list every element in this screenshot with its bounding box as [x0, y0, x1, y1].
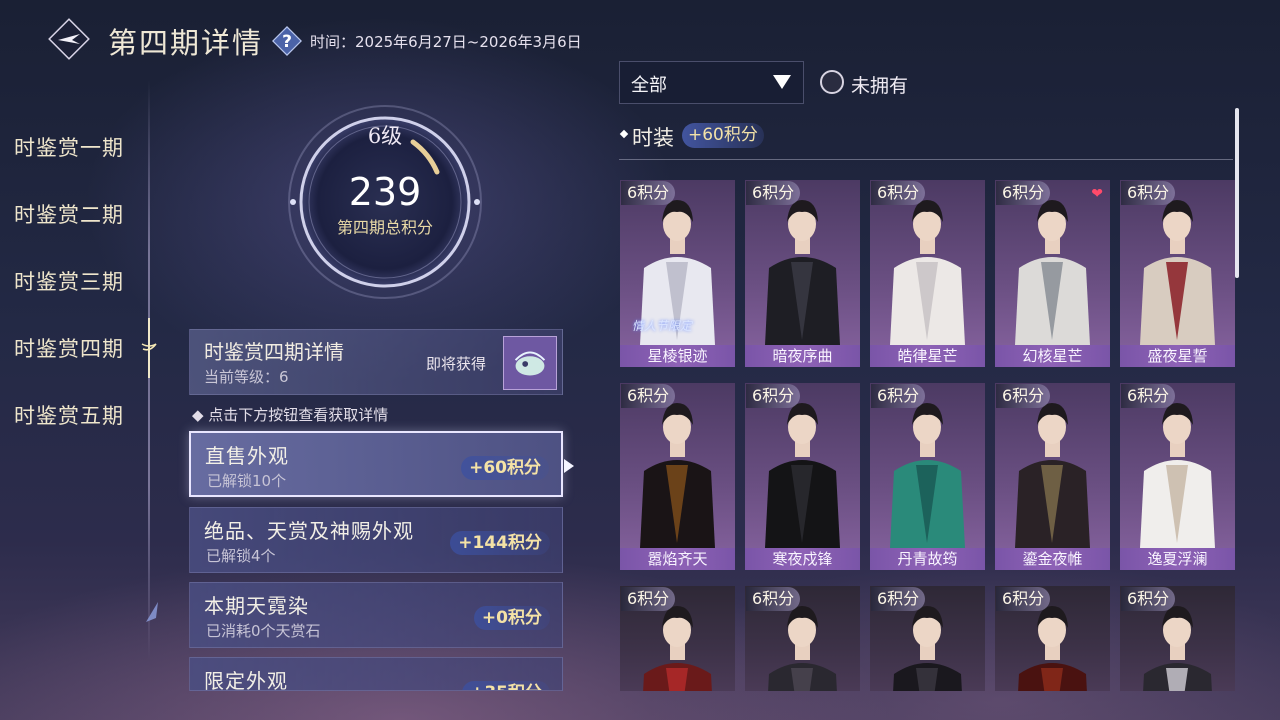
outfit-card[interactable]: 6积分情人节限定星棱银迹 — [620, 180, 735, 367]
outfit-points-tag: 6积分 — [621, 587, 676, 611]
active-card-arrow-icon — [564, 459, 574, 473]
category-card-direct-sale[interactable]: 直售外观 已解锁10个 +60积分 — [189, 431, 563, 497]
limited-badge: 情人节限定 — [632, 319, 693, 333]
sidebar-item-period-4[interactable]: 时鉴赏四期 — [14, 333, 124, 363]
category-card-premium[interactable]: 绝品、天赏及神赐外观 已解锁4个 +144积分 — [189, 507, 563, 573]
sidebar-item-period-2[interactable]: 时鉴赏二期 — [14, 199, 124, 229]
category-subtitle: 已解锁4个 — [206, 547, 276, 565]
unowned-radio[interactable] — [820, 70, 844, 94]
outfit-card[interactable]: 6积分逸夏浮澜 — [1120, 383, 1235, 570]
favorite-heart-icon[interactable]: ❤ — [1091, 186, 1103, 202]
help-icon[interactable]: ? — [270, 24, 304, 58]
active-indicator-icon — [141, 318, 157, 378]
category-card-dye[interactable]: 本期天霓染 已消耗0个天赏石 +0积分 — [189, 582, 563, 648]
outfit-points-tag: 6积分 — [621, 181, 676, 205]
filter-selected-value: 全部 — [631, 75, 667, 96]
detail-title: 时鉴赏四期详情 — [204, 340, 344, 364]
category-title: 限定外观 — [204, 669, 288, 691]
category-points: +0积分 — [473, 606, 550, 630]
outfit-card[interactable]: 6积分 — [870, 586, 985, 691]
section-bullet-icon — [619, 129, 629, 139]
outfit-card[interactable]: 6积分 — [995, 586, 1110, 691]
outfit-name: 逸夏浮澜 — [1120, 548, 1235, 570]
outfit-card[interactable]: 6积分盛夜星誓 — [1120, 180, 1235, 367]
outfit-card[interactable]: 6积分寒夜戍锋 — [745, 383, 860, 570]
upcoming-reward-label: 即将获得 — [426, 355, 487, 373]
outfit-name: 幻核星芒 — [995, 345, 1110, 367]
outfit-card[interactable]: 6积分鎏金夜帷 — [995, 383, 1110, 570]
svg-text:?: ? — [282, 32, 292, 52]
category-subtitle: 已消耗0个天赏石 — [206, 622, 321, 640]
outfit-card[interactable]: 6积分皓律星芒 — [870, 180, 985, 367]
section-divider — [619, 159, 1233, 160]
outfit-name: 皓律星芒 — [870, 345, 985, 367]
outfit-name: 鎏金夜帷 — [995, 548, 1110, 570]
sidebar-item-period-3[interactable]: 时鉴赏三期 — [14, 266, 124, 296]
outfit-card[interactable]: 6积分丹青故筠 — [870, 383, 985, 570]
sidebar-item-period-5[interactable]: 时鉴赏五期 — [14, 400, 124, 430]
sidebar-item-period-1[interactable]: 时鉴赏一期 — [14, 132, 124, 162]
outfit-points-tag: 6积分 — [996, 181, 1051, 205]
total-score-value: 239 — [348, 170, 422, 214]
category-subtitle: 已解锁10个 — [207, 472, 287, 490]
outfit-name: 丹青故筠 — [870, 548, 985, 570]
outfit-card[interactable]: 6积分嚣焰齐天 — [620, 383, 735, 570]
category-points: +60积分 — [461, 456, 549, 480]
outfit-name: 寒夜戍锋 — [745, 548, 860, 570]
unowned-label[interactable]: 未拥有 — [851, 71, 908, 98]
category-title: 绝品、天赏及神赐外观 — [204, 519, 414, 543]
outfit-name: 盛夜星誓 — [1120, 345, 1235, 367]
chevron-down-icon — [773, 75, 791, 89]
outfit-card[interactable]: 6积分 ❤ 幻核星芒 — [995, 180, 1110, 367]
outfit-points-tag: 6积分 — [1121, 384, 1176, 408]
category-points: +144积分 — [450, 531, 550, 555]
outfit-points-tag: 6积分 — [871, 384, 926, 408]
outfit-points-tag: 6积分 — [871, 587, 926, 611]
outfit-points-tag: 6积分 — [621, 384, 676, 408]
period-text: 时间：2025年6月27日~2026年3月6日 — [310, 33, 582, 51]
level-label: 6级 — [367, 124, 403, 148]
page-title: 第四期详情 — [108, 26, 264, 60]
outfit-points-tag: 6积分 — [746, 181, 801, 205]
section-title: 时装 — [632, 126, 674, 150]
scroll-down-arrow-icon[interactable] — [142, 600, 162, 626]
outfit-name: 暗夜序曲 — [745, 345, 860, 367]
current-level-text: 当前等级：6 — [204, 368, 289, 386]
section-points: +60积分 — [682, 123, 764, 148]
outfit-points-tag: 6积分 — [996, 587, 1051, 611]
outfit-name: 嚣焰齐天 — [620, 548, 735, 570]
outfit-card[interactable]: 6积分 — [620, 586, 735, 691]
scrollbar[interactable] — [1235, 108, 1239, 278]
outfit-card[interactable]: 6积分暗夜序曲 — [745, 180, 860, 367]
outfit-points-tag: 6积分 — [996, 384, 1051, 408]
outfit-points-tag: 6积分 — [746, 587, 801, 611]
hint-text: ◆ 点击下方按钮查看获取详情 — [192, 406, 389, 424]
outfit-points-tag: 6积分 — [871, 181, 926, 205]
logo-icon[interactable] — [46, 16, 92, 62]
total-score-label: 第四期总积分 — [336, 218, 433, 237]
outfit-card[interactable]: 6积分 — [1120, 586, 1235, 691]
category-points: +35积分 — [462, 681, 550, 690]
outfit-points-tag: 6积分 — [746, 384, 801, 408]
outfit-card[interactable]: 6积分 — [745, 586, 860, 691]
outfit-name: 星棱银迹 — [620, 345, 735, 367]
upcoming-reward-icon[interactable] — [503, 336, 557, 390]
category-title: 本期天霓染 — [204, 594, 309, 618]
category-title: 直售外观 — [205, 444, 289, 468]
outfit-points-tag: 6积分 — [1121, 181, 1176, 205]
outfit-points-tag: 6积分 — [1121, 587, 1176, 611]
category-card-limited[interactable]: 限定外观 +35积分 — [189, 657, 563, 691]
